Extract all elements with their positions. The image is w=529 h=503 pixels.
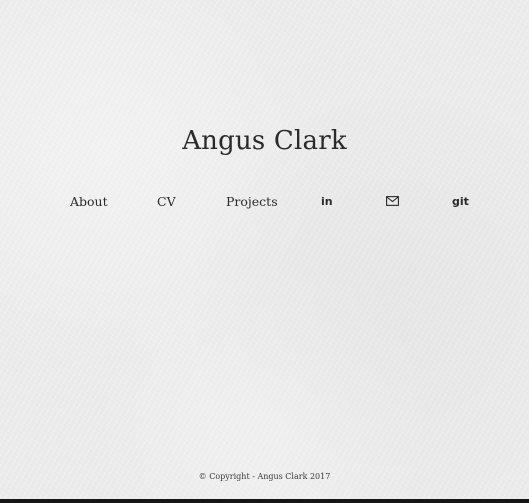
site-title: Angus Clark [182, 126, 347, 156]
nav-cv-link[interactable]: CV [157, 190, 176, 214]
linkedin-icon[interactable]: in [321, 190, 333, 214]
footer-copyright: © Copyright - Angus Clark 2017 [198, 472, 331, 481]
bottom-bar [0, 499, 529, 503]
email-link[interactable] [386, 190, 400, 214]
mail-icon [386, 196, 399, 206]
git-icon[interactable]: git [452, 190, 469, 214]
nav-projects-link[interactable]: Projects [226, 190, 278, 214]
nav-about-link[interactable]: About [70, 190, 108, 214]
main-nav: About CV Projects in git [0, 190, 529, 214]
